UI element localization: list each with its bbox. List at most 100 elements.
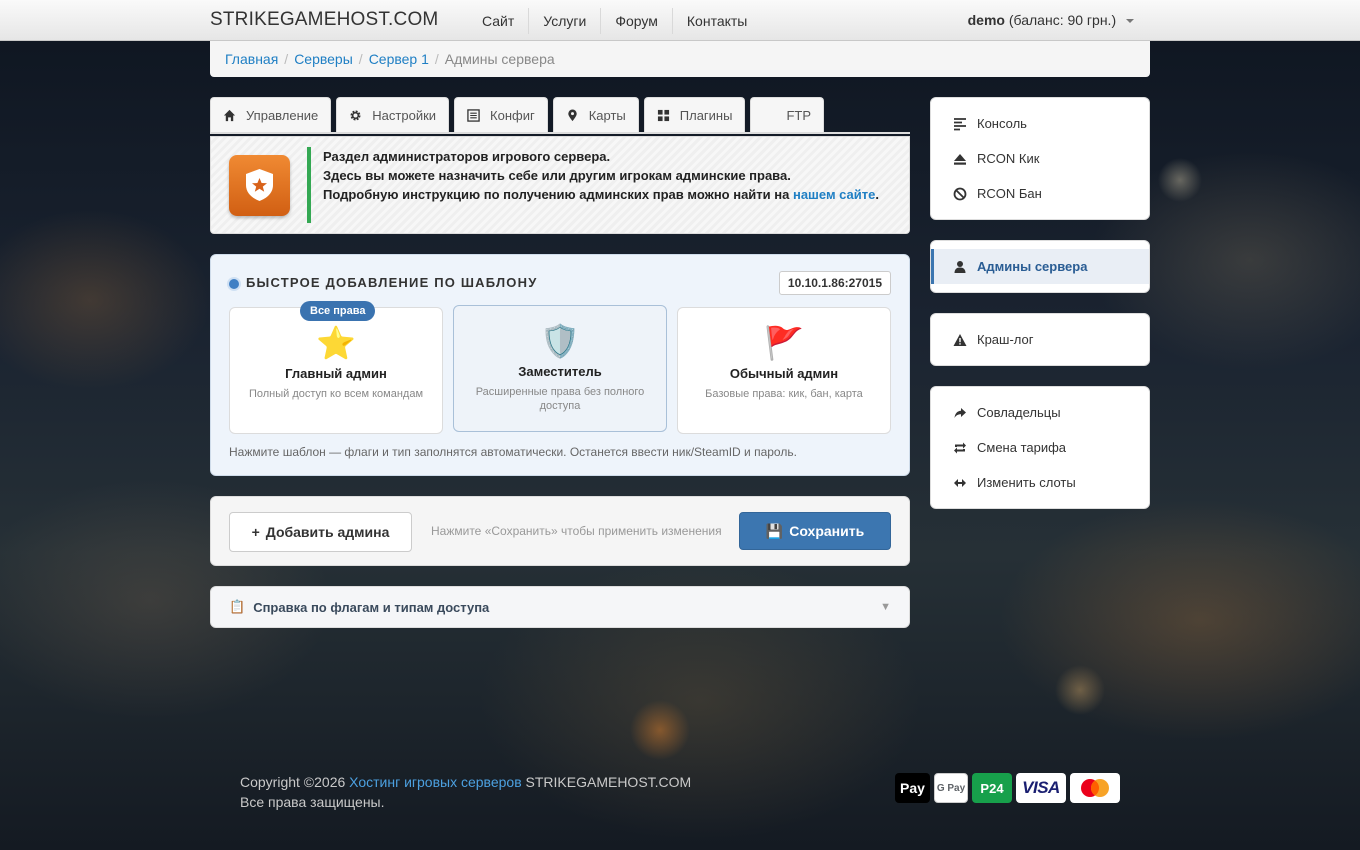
star-icon: ⭐ — [316, 325, 356, 361]
admins-info-box: Раздел администраторов игрового сервера.… — [210, 136, 910, 234]
copyright-text: Copyright ©2026 — [240, 774, 346, 790]
template-hint: Нажмите шаблон — флаги и тип заполнятся … — [229, 445, 797, 459]
nav-item-site[interactable]: Сайт — [468, 7, 530, 34]
server-ip-badge: 10.10.1.86:27015 — [778, 271, 891, 295]
sidebar-item-label: RCON Кик — [977, 151, 1040, 166]
floppy-disk-icon: 💾 — [765, 522, 784, 539]
tab-label: Плагины — [679, 107, 733, 123]
shield-icon: 🛡️ — [540, 323, 580, 359]
add-admin-button[interactable]: + Добавить админа — [229, 512, 412, 552]
info-line-3: Подробную инструкцию по получению админс… — [323, 187, 880, 202]
shield-star-icon — [229, 155, 290, 216]
quick-template-panel: БЫСТРОЕ ДОБАВЛЕНИЕ ПО ШАБЛОНУ 10.10.1.86… — [210, 254, 910, 476]
breadcrumb-separator: / — [284, 51, 289, 67]
template-panel-title: БЫСТРОЕ ДОБАВЛЕНИЕ ПО ШАБЛОНУ — [246, 275, 538, 290]
list-icon — [467, 108, 480, 122]
chevron-down-icon: ▼ — [880, 601, 891, 613]
info-accent-bar — [307, 147, 311, 223]
google-pay-logo: G Pay — [934, 773, 968, 803]
hosting-link[interactable]: Хостинг игровых серверов — [349, 774, 521, 790]
mastercard-logo — [1070, 773, 1120, 803]
flags-help-toggle[interactable]: 📋 Справка по флагам и типам доступа ▼ — [210, 586, 910, 628]
sidebar-group-billing: Совладельцы Смена тарифа Изменить слоты — [930, 386, 1150, 509]
tab-label: FTP — [786, 107, 812, 123]
tab-ftp[interactable]: FTP — [750, 97, 825, 132]
info-text: Раздел администраторов игрового сервера.… — [323, 147, 883, 204]
tab-manage[interactable]: Управление — [210, 97, 332, 132]
tab-maps[interactable]: Карты — [552, 97, 639, 132]
add-admin-label: Добавить админа — [265, 524, 390, 540]
sidebar-group-crashlog: Краш-лог — [930, 313, 1150, 366]
plus-icon: + — [251, 524, 260, 540]
tab-config[interactable]: Конфиг — [454, 97, 548, 132]
card-description: Расширенные права без полного доступа — [475, 386, 645, 412]
breadcrumb-server[interactable]: Сервер 1 — [369, 51, 429, 67]
nav-item-contacts[interactable]: Контакты — [673, 8, 761, 34]
sidebar-item-console[interactable]: Консоль — [931, 106, 1149, 141]
apple-pay-logo: Pay — [895, 773, 930, 803]
sidebar-item-change-slots[interactable]: Изменить слоты — [931, 465, 1149, 500]
sidebar-item-label: Изменить слоты — [977, 475, 1076, 490]
sidebar-item-label: Совладельцы — [977, 405, 1061, 420]
info-line-1: Раздел администраторов игрового сервера. — [323, 149, 611, 164]
breadcrumb-separator: / — [434, 51, 439, 67]
footer-site: STRIKEGAMEHOST.COM — [525, 774, 692, 790]
privat24-logo: P24 — [972, 773, 1012, 803]
card-description: Базовые права: кик, бан, карта — [705, 388, 863, 400]
instructions-link[interactable]: нашем сайте — [793, 187, 875, 202]
nav-item-forum[interactable]: Форум — [601, 7, 673, 34]
nav-item-services[interactable]: Услуги — [529, 7, 602, 34]
breadcrumb: Главная / Серверы / Сервер 1 / Админы сервера — [210, 41, 1150, 77]
template-card-main-admin[interactable]: Все права ⭐ Главный админ Полный доступ … — [229, 301, 443, 434]
top-navbar: STRIKEGAMEHOST.COM Сайт Услуги Форум Кон… — [0, 0, 1360, 41]
sidebar-item-server-admins[interactable]: Админы сервера — [931, 249, 1149, 284]
main-nav: Сайт Услуги Форум Контакты — [468, 0, 761, 41]
footer-copyright: Copyright ©2026 Хостинг игровых серверов… — [240, 772, 691, 812]
home-icon — [223, 109, 236, 121]
card-title: Обычный админ — [729, 366, 839, 381]
user-name: demo — [967, 12, 1005, 28]
sidebar-item-co-owners[interactable]: Совладельцы — [931, 395, 1149, 430]
tab-label: Управление — [246, 107, 319, 123]
tab-label: Конфиг — [490, 107, 535, 123]
sidebar-item-label: Админы сервера — [977, 259, 1088, 274]
sidebar-item-crash-log[interactable]: Краш-лог — [931, 322, 1149, 357]
card-description: Полный доступ ко всем командам — [248, 388, 424, 400]
clipboard-icon: 📋 — [229, 599, 246, 614]
sidebar-item-rcon-ban[interactable]: RCON Бан — [931, 176, 1149, 211]
console-icon — [954, 117, 966, 130]
resize-horizontal-icon — [954, 478, 966, 487]
sidebar-item-label: RCON Бан — [977, 186, 1042, 201]
retweet-icon — [954, 442, 966, 453]
tab-settings[interactable]: Настройки — [336, 97, 450, 132]
server-tabs: Управление Настройки Конфиг Карты Плагин… — [210, 97, 910, 134]
map-marker-icon — [568, 108, 577, 121]
template-card-regular-admin[interactable]: 🚩 Обычный админ Базовые права: кик, бан,… — [677, 307, 891, 434]
ftp-icon — [763, 109, 776, 122]
share-icon — [954, 407, 966, 418]
all-rights-badge: Все права — [300, 301, 376, 321]
breadcrumb-separator: / — [358, 51, 363, 67]
visa-logo: VISA — [1016, 773, 1066, 803]
sidebar-group-console: Консоль RCON Кик RCON Бан — [930, 97, 1150, 220]
save-label: Сохранить — [789, 523, 865, 539]
sidebar-item-label: Краш-лог — [977, 332, 1034, 347]
actions-panel: + Добавить админа Нажмите «Сохранить» чт… — [210, 496, 910, 566]
template-card-deputy[interactable]: 🛡️ Заместитель Расширенные права без пол… — [453, 305, 667, 432]
save-button[interactable]: 💾 Сохранить — [739, 512, 891, 550]
breadcrumb-home[interactable]: Главная — [225, 51, 278, 67]
user-balance: (баланс: 90 грн.) — [1008, 12, 1117, 28]
help-label: Справка по флагам и типам доступа — [253, 599, 490, 615]
brand-logo[interactable]: STRIKEGAMEHOST.COM — [210, 9, 438, 31]
card-title: Заместитель — [518, 364, 602, 379]
user-menu[interactable]: demo (баланс: 90 грн.) — [968, 12, 1134, 28]
grid-icon — [657, 109, 669, 121]
tab-plugins[interactable]: Плагины — [643, 97, 746, 132]
sidebar-item-change-plan[interactable]: Смена тарифа — [931, 430, 1149, 465]
sidebar-item-rcon-kick[interactable]: RCON Кик — [931, 141, 1149, 176]
ban-icon — [953, 187, 967, 200]
sidebar-item-label: Консоль — [977, 116, 1027, 131]
flag-icon: 🚩 — [764, 325, 804, 361]
tab-label: Карты — [588, 107, 626, 123]
breadcrumb-servers[interactable]: Серверы — [294, 51, 353, 67]
